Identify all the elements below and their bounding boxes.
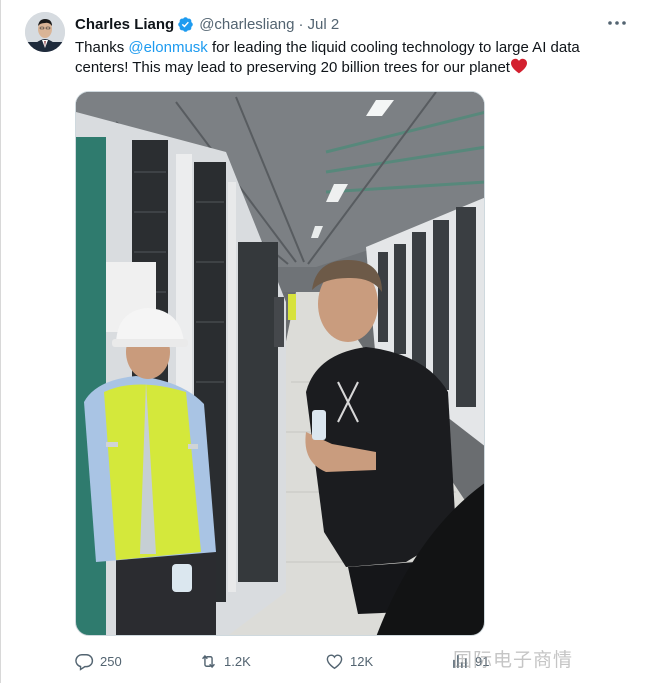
reply-button[interactable]: 250 [75, 650, 122, 672]
like-icon [326, 653, 343, 669]
reply-icon [75, 653, 94, 671]
tweet-date[interactable]: Jul 2 [307, 16, 339, 33]
separator-dot: · [298, 15, 304, 33]
more-icon[interactable] [605, 15, 629, 31]
like-count: 12K [350, 653, 374, 669]
retweet-count: 1.2K [224, 653, 251, 669]
tweet-text-start: Thanks [75, 39, 129, 56]
watermark: 国际电子商情 [453, 650, 574, 671]
author-name[interactable]: Charles Liang [75, 16, 174, 33]
like-button[interactable]: 12K [325, 650, 373, 672]
reply-count: 250 [100, 653, 122, 669]
heart-emoji-icon [510, 58, 527, 74]
tweet-photo[interactable] [75, 91, 485, 636]
author-handle[interactable]: @charlesliang [199, 16, 294, 33]
tweet-text: Thanks @elonmusk for leading the liquid … [75, 38, 635, 78]
avatar[interactable] [25, 12, 65, 52]
retweet-button[interactable]: 1.2K [199, 650, 251, 672]
retweet-icon [202, 654, 215, 668]
tweet-header: Charles Liang @charlesliang · Jul 2 [75, 14, 339, 34]
mention-link[interactable]: @elonmusk [128, 39, 207, 56]
datacenter-photo [76, 92, 484, 635]
tweet-card: Charles Liang @charlesliang · Jul 2 Than… [0, 0, 646, 683]
verified-badge-icon [178, 16, 193, 32]
